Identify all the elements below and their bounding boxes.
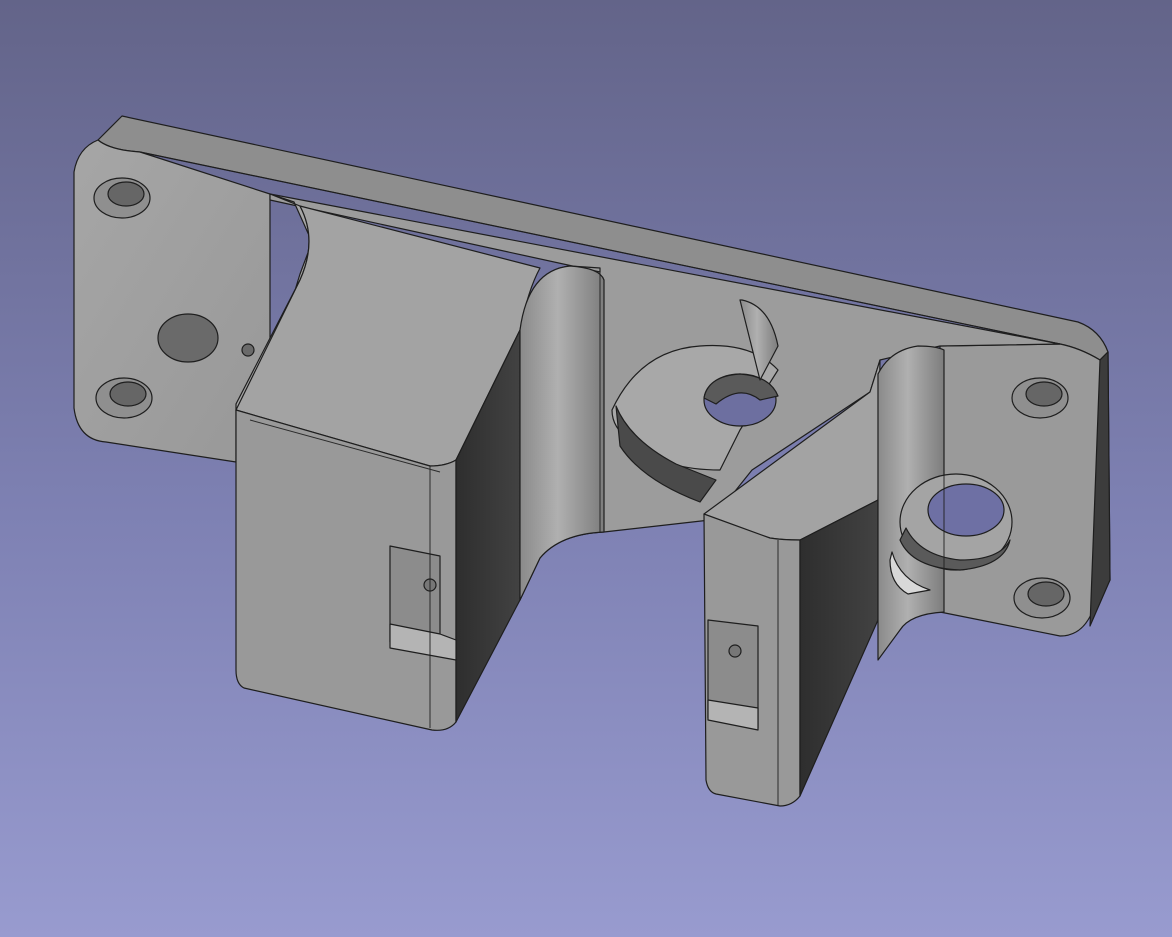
mount-hole-top-left: [93, 177, 151, 219]
plate-hole-small: [241, 343, 255, 357]
3d-viewport[interactable]: [0, 0, 1172, 937]
right-counterbore-hole: [927, 483, 1005, 537]
right-block-side: [799, 499, 879, 797]
part-model[interactable]: [0, 0, 1172, 937]
mount-hole-bottom-right: [1013, 577, 1071, 619]
mount-hole-bottom-left: [95, 377, 153, 419]
left-cyl-cut: [519, 265, 605, 601]
mount-hole-top-right: [1011, 377, 1069, 419]
right-notch-hole: [728, 644, 742, 658]
plate-hole-medium: [157, 313, 219, 363]
